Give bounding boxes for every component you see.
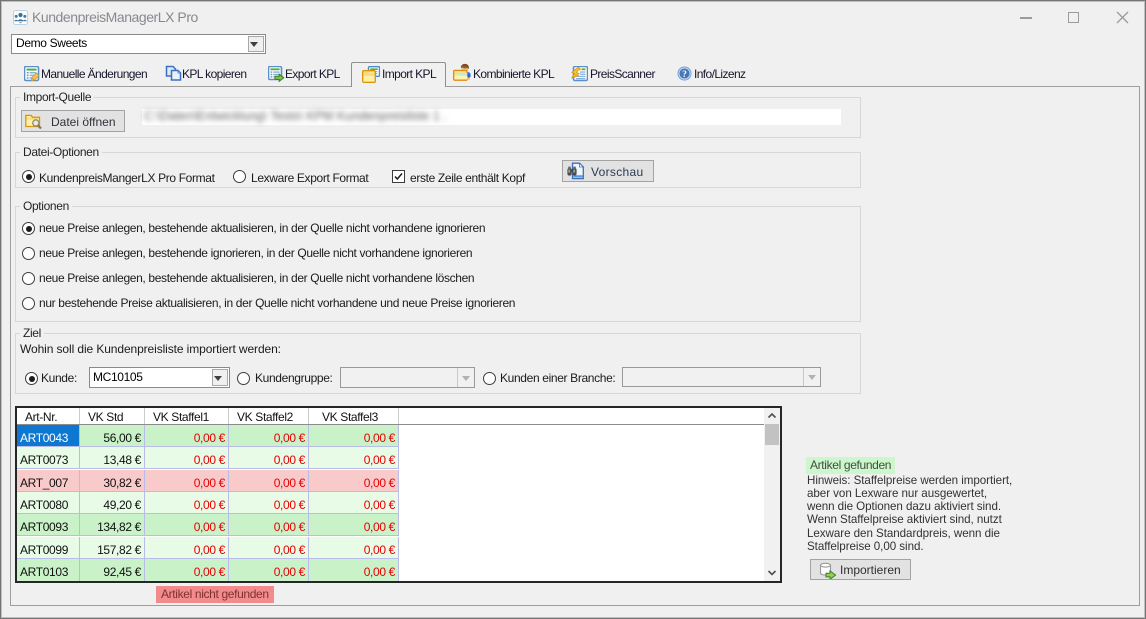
svg-text:?: ? [682, 70, 687, 80]
